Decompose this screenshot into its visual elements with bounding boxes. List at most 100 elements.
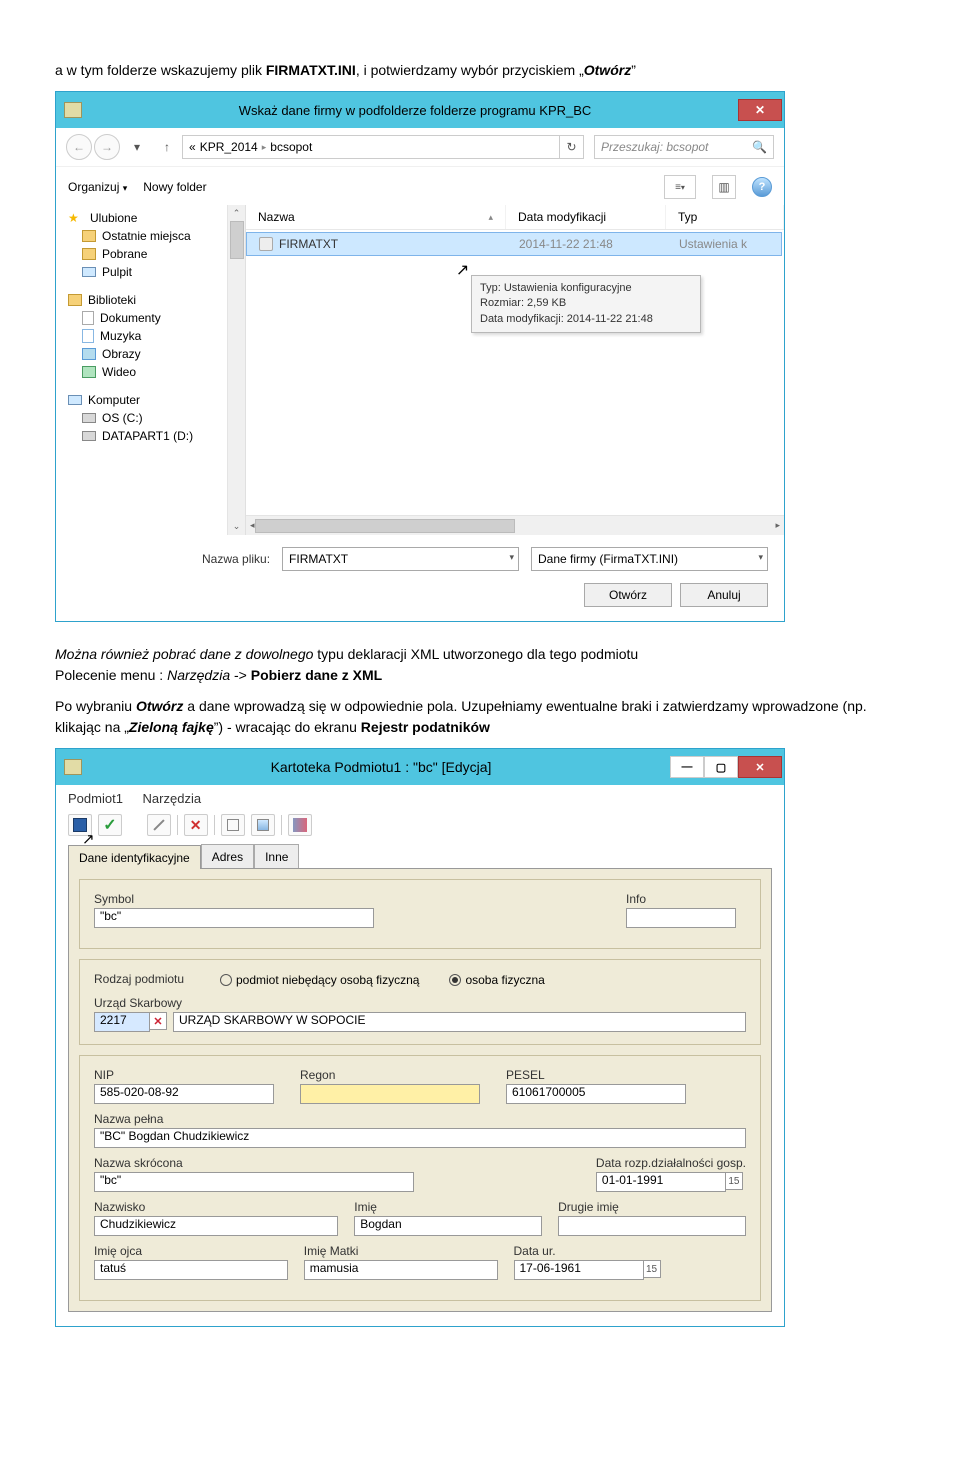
document-icon (82, 311, 94, 325)
up-button[interactable]: ↑ (156, 136, 178, 158)
edit-icon[interactable] (147, 814, 171, 836)
regon-input[interactable] (300, 1084, 480, 1104)
imieojca-input[interactable]: tatuś (94, 1260, 288, 1280)
open-button[interactable]: Otwórz (584, 583, 672, 607)
toolbar-icon-2[interactable] (251, 814, 275, 836)
imieojca-label: Imię ojca (94, 1244, 288, 1258)
nazwaskr-input[interactable]: "bc" (94, 1172, 414, 1192)
toolbar: Organizuj ▾ Nowy folder ≡ ▾ ▥ ? (56, 167, 784, 205)
dialog-title: Wskaż dane firmy w podfolderze folderze … (92, 103, 738, 118)
drugieimie-input[interactable] (558, 1216, 746, 1236)
drugieimie-label: Drugie imię (558, 1200, 746, 1214)
nazwapelna-input[interactable]: "BC" Bogdan Chudzikiewicz (94, 1128, 746, 1148)
nazwisko-label: Nazwisko (94, 1200, 338, 1214)
file-row-firmatxt[interactable]: FIRMATXT 2014-11-22 21:48 Ustawienia k (246, 232, 782, 256)
nip-input[interactable]: 585-020-08-92 (94, 1084, 274, 1104)
scroll-thumb[interactable] (230, 221, 244, 259)
col-name[interactable]: Nazwa▴ (246, 205, 506, 229)
urzad-clear-button[interactable]: ✕ (149, 1012, 167, 1030)
imie-input[interactable]: Bogdan (354, 1216, 542, 1236)
col-type[interactable]: Typ (666, 205, 784, 229)
tree-scrollbar[interactable]: ⌃ ⌄ (227, 205, 245, 535)
urzad-code-input[interactable]: 2217 (94, 1012, 150, 1032)
tree-downloads[interactable]: Pobrane (60, 245, 223, 263)
urzad-name-input[interactable]: URZĄD SKARBOWY W SOPOCIE (173, 1012, 746, 1032)
tree-libraries[interactable]: Biblioteki (60, 291, 223, 309)
tree-images[interactable]: Obrazy (60, 345, 223, 363)
search-input[interactable]: Przeszukaj: bcsopot 🔍 (594, 135, 774, 159)
nazwapelna-label: Nazwa pełna (94, 1112, 746, 1126)
chevron-down-icon: ▾ (758, 552, 763, 563)
dialog-title: Kartoteka Podmiotu1 : "bc" [Edycja] (92, 759, 670, 775)
star-icon: ★ (68, 211, 84, 225)
list-pane: Nazwa▴ Data modyfikacji Typ FIRMATXT 201… (246, 205, 784, 535)
filename-input[interactable]: FIRMATXT▾ (282, 547, 519, 571)
breadcrumb[interactable]: « KPR_2014 ▸ bcsopot (182, 135, 560, 159)
help-icon[interactable]: ? (752, 177, 772, 197)
calendar-icon[interactable]: 15 (725, 1172, 743, 1190)
tree-datapart[interactable]: DATAPART1 (D:) (60, 427, 223, 445)
menu-podmiot[interactable]: Podmiot1 (68, 791, 123, 806)
exit-icon[interactable] (288, 814, 312, 836)
delete-icon[interactable]: ✕ (184, 814, 208, 836)
col-date[interactable]: Data modyfikacji (506, 205, 666, 229)
crumb-kpr[interactable]: KPR_2014 (200, 140, 258, 154)
music-icon (82, 329, 94, 343)
crumb-bcsopot[interactable]: bcsopot (270, 140, 312, 154)
tab-bar: Dane identyfikacyjne Adres Inne (56, 844, 784, 868)
tab-adres[interactable]: Adres (201, 844, 254, 868)
symbol-input[interactable]: "bc" (94, 908, 374, 928)
tree-recent[interactable]: Ostatnie miejsca (60, 227, 223, 245)
back-button[interactable]: ← (66, 134, 92, 160)
search-icon: 🔍 (752, 140, 767, 154)
radio-niefizyczna[interactable]: podmiot niebędący osobą fizyczną (220, 973, 419, 987)
refresh-button[interactable]: ↻ (560, 135, 584, 159)
radio-fizyczna[interactable]: osoba fizyczna (449, 973, 544, 987)
tree-favorites[interactable]: ★Ulubione (60, 209, 223, 227)
menu-narzedzia[interactable]: Narzędzia (143, 791, 202, 806)
picture-icon (82, 348, 96, 360)
folder-icon (82, 230, 96, 242)
info-input[interactable] (626, 908, 736, 928)
tree-desktop[interactable]: Pulpit (60, 263, 223, 281)
tree-computer[interactable]: Komputer (60, 391, 223, 409)
titlebar: Kartoteka Podmiotu1 : "bc" [Edycja] — ▢ … (56, 749, 784, 785)
pesel-input[interactable]: 61061700005 (506, 1084, 686, 1104)
preview-toggle[interactable]: ▥ (712, 175, 736, 199)
confirm-icon[interactable]: ✓ (98, 814, 122, 836)
close-button[interactable]: ✕ (738, 756, 782, 778)
view-options[interactable]: ≡ ▾ (664, 175, 696, 199)
urzad-label: Urząd Skarbowy (94, 996, 746, 1010)
paragraph-1: a w tym folderze wskazujemy plik FIRMATX… (55, 60, 905, 81)
pesel-label: PESEL (506, 1068, 746, 1082)
maximize-button[interactable]: ▢ (704, 756, 738, 778)
cursor-icon: ↖ (456, 260, 469, 280)
imiematki-input[interactable]: mamusia (304, 1260, 498, 1280)
new-folder-button[interactable]: Nowy folder (143, 180, 206, 194)
tree-music[interactable]: Muzyka (60, 327, 223, 345)
menubar: Podmiot1 Narzędzia (56, 785, 784, 810)
symbol-label: Symbol (94, 892, 610, 906)
h-scrollbar[interactable]: ◂ ▸ (246, 515, 784, 535)
recent-dropdown[interactable]: ▾ (126, 136, 148, 158)
titlebar: Wskaż dane firmy w podfolderze folderze … (56, 92, 784, 128)
calendar-icon[interactable]: 15 (643, 1260, 661, 1278)
tree-video[interactable]: Wideo (60, 363, 223, 381)
toolbar-icon-1[interactable] (221, 814, 245, 836)
tab-inne[interactable]: Inne (254, 844, 299, 868)
nazwisko-input[interactable]: Chudzikiewicz (94, 1216, 338, 1236)
tab-identifikacja[interactable]: Dane identyfikacyjne (68, 845, 201, 869)
filetype-filter[interactable]: Dane firmy (FirmaTXT.INI)▾ (531, 547, 768, 571)
datarozp-input[interactable]: 01-01-1991 (596, 1172, 726, 1192)
h-scroll-thumb[interactable] (255, 519, 515, 533)
dataur-input[interactable]: 17-06-1961 (514, 1260, 644, 1280)
tree-os-c[interactable]: OS (C:) (60, 409, 223, 427)
dataur-label: Data ur. (514, 1244, 747, 1258)
imiematki-label: Imię Matki (304, 1244, 498, 1258)
cancel-button[interactable]: Anuluj (680, 583, 768, 607)
tree-documents[interactable]: Dokumenty (60, 309, 223, 327)
organize-menu[interactable]: Organizuj ▾ (68, 180, 127, 194)
close-button[interactable]: ✕ (738, 99, 782, 121)
forward-button[interactable]: → (94, 134, 120, 160)
minimize-button[interactable]: — (670, 756, 704, 778)
